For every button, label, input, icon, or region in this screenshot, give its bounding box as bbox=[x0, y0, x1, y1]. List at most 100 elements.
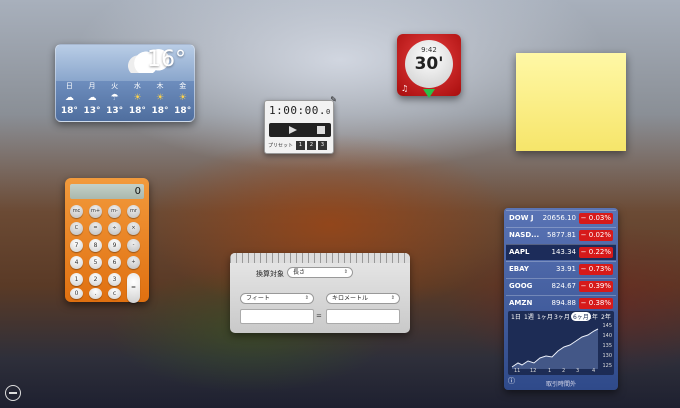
day-label: 水 bbox=[133, 82, 141, 90]
stock-row[interactable]: GOOG 824.67− 0.39% bbox=[506, 278, 616, 294]
play-icon[interactable] bbox=[289, 126, 297, 134]
x-label: 11 bbox=[514, 368, 521, 374]
calc-key-0[interactable]: 0 bbox=[70, 288, 83, 299]
from-unit-select[interactable]: フィート ⇕ bbox=[240, 293, 314, 304]
calc-key-4[interactable]: 4 bbox=[70, 256, 83, 269]
stopwatch-controls bbox=[269, 123, 331, 137]
to-unit-value: キロメートル bbox=[332, 295, 369, 302]
stock-symbol: AAPL bbox=[509, 248, 530, 256]
calc-key-mminus[interactable]: m- bbox=[108, 205, 121, 218]
unit-converter-widget[interactable]: 換算対象 長さ ⇕ フィート ⇕ キロメートル ⇕ = bbox=[230, 253, 410, 333]
calc-key-mr[interactable]: mr bbox=[127, 205, 140, 218]
start-arrow-icon[interactable] bbox=[423, 89, 435, 98]
remove-widgets-button[interactable] bbox=[5, 385, 21, 401]
stock-change[interactable]: − 0.03% bbox=[579, 213, 613, 224]
stock-row[interactable]: DOW J 20656.10− 0.03% bbox=[506, 210, 616, 226]
day-label: 火 bbox=[111, 82, 119, 90]
convert-label: 換算対象 bbox=[256, 270, 284, 278]
calc-key-minus[interactable]: - bbox=[127, 239, 140, 252]
category-select[interactable]: 長さ ⇕ bbox=[287, 267, 353, 278]
calc-key-plus[interactable]: + bbox=[127, 256, 140, 269]
x-label: 1 bbox=[548, 368, 552, 374]
cloudy-icon: ☁ bbox=[87, 93, 97, 103]
day-temp: 18° bbox=[151, 106, 169, 116]
day-temp: 18° bbox=[128, 106, 146, 116]
stock-change[interactable]: − 0.22% bbox=[579, 247, 613, 258]
calc-key-clear[interactable]: C bbox=[70, 222, 83, 235]
stock-row[interactable]: EBAY 33.91− 0.73% bbox=[506, 261, 616, 277]
calc-key-2[interactable]: 2 bbox=[89, 273, 102, 286]
stock-symbol: AMZN bbox=[509, 299, 533, 307]
minus-icon bbox=[9, 392, 17, 394]
x-label: 3 bbox=[576, 368, 580, 374]
stock-row-selected[interactable]: AAPL 143.34− 0.22% bbox=[506, 244, 616, 260]
forecast-days: 日 ☁ 18° 月 ☁ 13° 火 ☂ 13° 水 ☀ 18° 木 ☀ 18° 金 ☀ 18° bbox=[58, 81, 194, 116]
y-label: 135 bbox=[602, 343, 612, 349]
calc-key-divide[interactable]: ÷ bbox=[108, 222, 121, 235]
forecast-day: 木 ☀ 18° bbox=[149, 81, 172, 116]
forecast-day: 月 ☁ 13° bbox=[81, 81, 104, 116]
stock-symbol: NASD... bbox=[509, 231, 540, 239]
ruler-decoration bbox=[230, 253, 410, 263]
calc-key-8[interactable]: 8 bbox=[89, 239, 102, 252]
music-note-icon[interactable]: ♫ bbox=[401, 84, 408, 93]
from-unit-value: フィート bbox=[246, 295, 270, 302]
day-temp: 13° bbox=[83, 106, 101, 116]
calc-key-1[interactable]: 1 bbox=[70, 273, 83, 286]
day-label: 木 bbox=[156, 82, 164, 90]
equals-sign: = bbox=[316, 312, 322, 320]
calculator-widget[interactable]: 0 mc m+ m- mr C = ÷ × 7 8 9 - 4 5 6 + 1 … bbox=[65, 178, 149, 303]
close-icon[interactable]: ✎ bbox=[330, 95, 337, 104]
calc-key-c[interactable]: c bbox=[108, 288, 121, 299]
calc-key-mplus[interactable]: m+ bbox=[89, 205, 102, 218]
category-value: 長さ bbox=[293, 269, 306, 276]
day-label: 日 bbox=[65, 82, 73, 90]
day-label: 金 bbox=[179, 82, 187, 90]
sticky-note[interactable] bbox=[516, 53, 626, 151]
stock-change[interactable]: − 0.38% bbox=[579, 298, 613, 309]
partly-sunny-icon: ☀ bbox=[155, 93, 165, 103]
stock-symbol: GOOG bbox=[509, 282, 533, 290]
calc-key-mc[interactable]: mc bbox=[70, 205, 83, 218]
timer-remaining: 30' bbox=[414, 54, 444, 74]
day-temp: 18° bbox=[174, 106, 192, 116]
to-unit-select[interactable]: キロメートル ⇕ bbox=[326, 293, 400, 304]
stock-change[interactable]: − 0.39% bbox=[579, 281, 613, 292]
preset-3-button[interactable]: 3 bbox=[318, 141, 327, 150]
day-label: 月 bbox=[88, 82, 96, 90]
stock-row[interactable]: NASD... 5877.81− 0.02% bbox=[506, 227, 616, 243]
to-value-input[interactable] bbox=[326, 309, 400, 324]
stock-symbol: DOW J bbox=[509, 214, 534, 222]
info-icon[interactable]: ⓘ bbox=[508, 376, 515, 386]
preset-1-button[interactable]: 1 bbox=[296, 141, 305, 150]
from-value-input[interactable] bbox=[240, 309, 314, 324]
y-label: 140 bbox=[602, 333, 612, 339]
x-label: 12 bbox=[530, 368, 537, 374]
weather-widget[interactable]: 16° 日 ☁ 18° 月 ☁ 13° 火 ☂ 13° 水 ☀ 18° 木 ☀ 18° 金 ☀ 18° bbox=[55, 44, 195, 122]
stock-symbol: EBAY bbox=[509, 265, 529, 273]
calc-key-7[interactable]: 7 bbox=[70, 239, 83, 252]
chevron-updown-icon: ⇕ bbox=[343, 269, 348, 275]
price-line bbox=[511, 328, 599, 369]
calc-key-multiply[interactable]: × bbox=[127, 222, 140, 235]
y-label: 125 bbox=[602, 363, 612, 369]
stopwatch-widget[interactable]: ✎ 1:00:00.0 プリセット 1 2 3 bbox=[264, 95, 337, 154]
calc-key-equals[interactable]: = bbox=[127, 273, 140, 303]
calc-key-9[interactable]: 9 bbox=[108, 239, 121, 252]
calc-key-decimal[interactable]: . bbox=[89, 288, 102, 299]
stocks-widget[interactable]: DOW J 20656.10− 0.03% NASD... 5877.81− 0.0… bbox=[504, 208, 618, 390]
stock-change[interactable]: − 0.02% bbox=[579, 230, 613, 241]
calc-key-5[interactable]: 5 bbox=[89, 256, 102, 269]
day-temp: 18° bbox=[60, 106, 78, 116]
preset-2-button[interactable]: 2 bbox=[307, 141, 316, 150]
timer-widget[interactable]: 9:42 30' ♫ bbox=[397, 34, 461, 98]
stock-row[interactable]: AMZN 894.88− 0.38% bbox=[506, 295, 616, 311]
day-temp: 13° bbox=[106, 106, 124, 116]
forecast-day: 日 ☁ 18° bbox=[58, 81, 81, 116]
calc-key-equals-top[interactable]: = bbox=[89, 222, 102, 235]
stock-change[interactable]: − 0.73% bbox=[579, 264, 613, 275]
calc-key-6[interactable]: 6 bbox=[108, 256, 121, 269]
forecast-day: 金 ☀ 18° bbox=[171, 81, 194, 116]
stop-icon[interactable] bbox=[317, 126, 325, 134]
calc-key-3[interactable]: 3 bbox=[108, 273, 121, 286]
